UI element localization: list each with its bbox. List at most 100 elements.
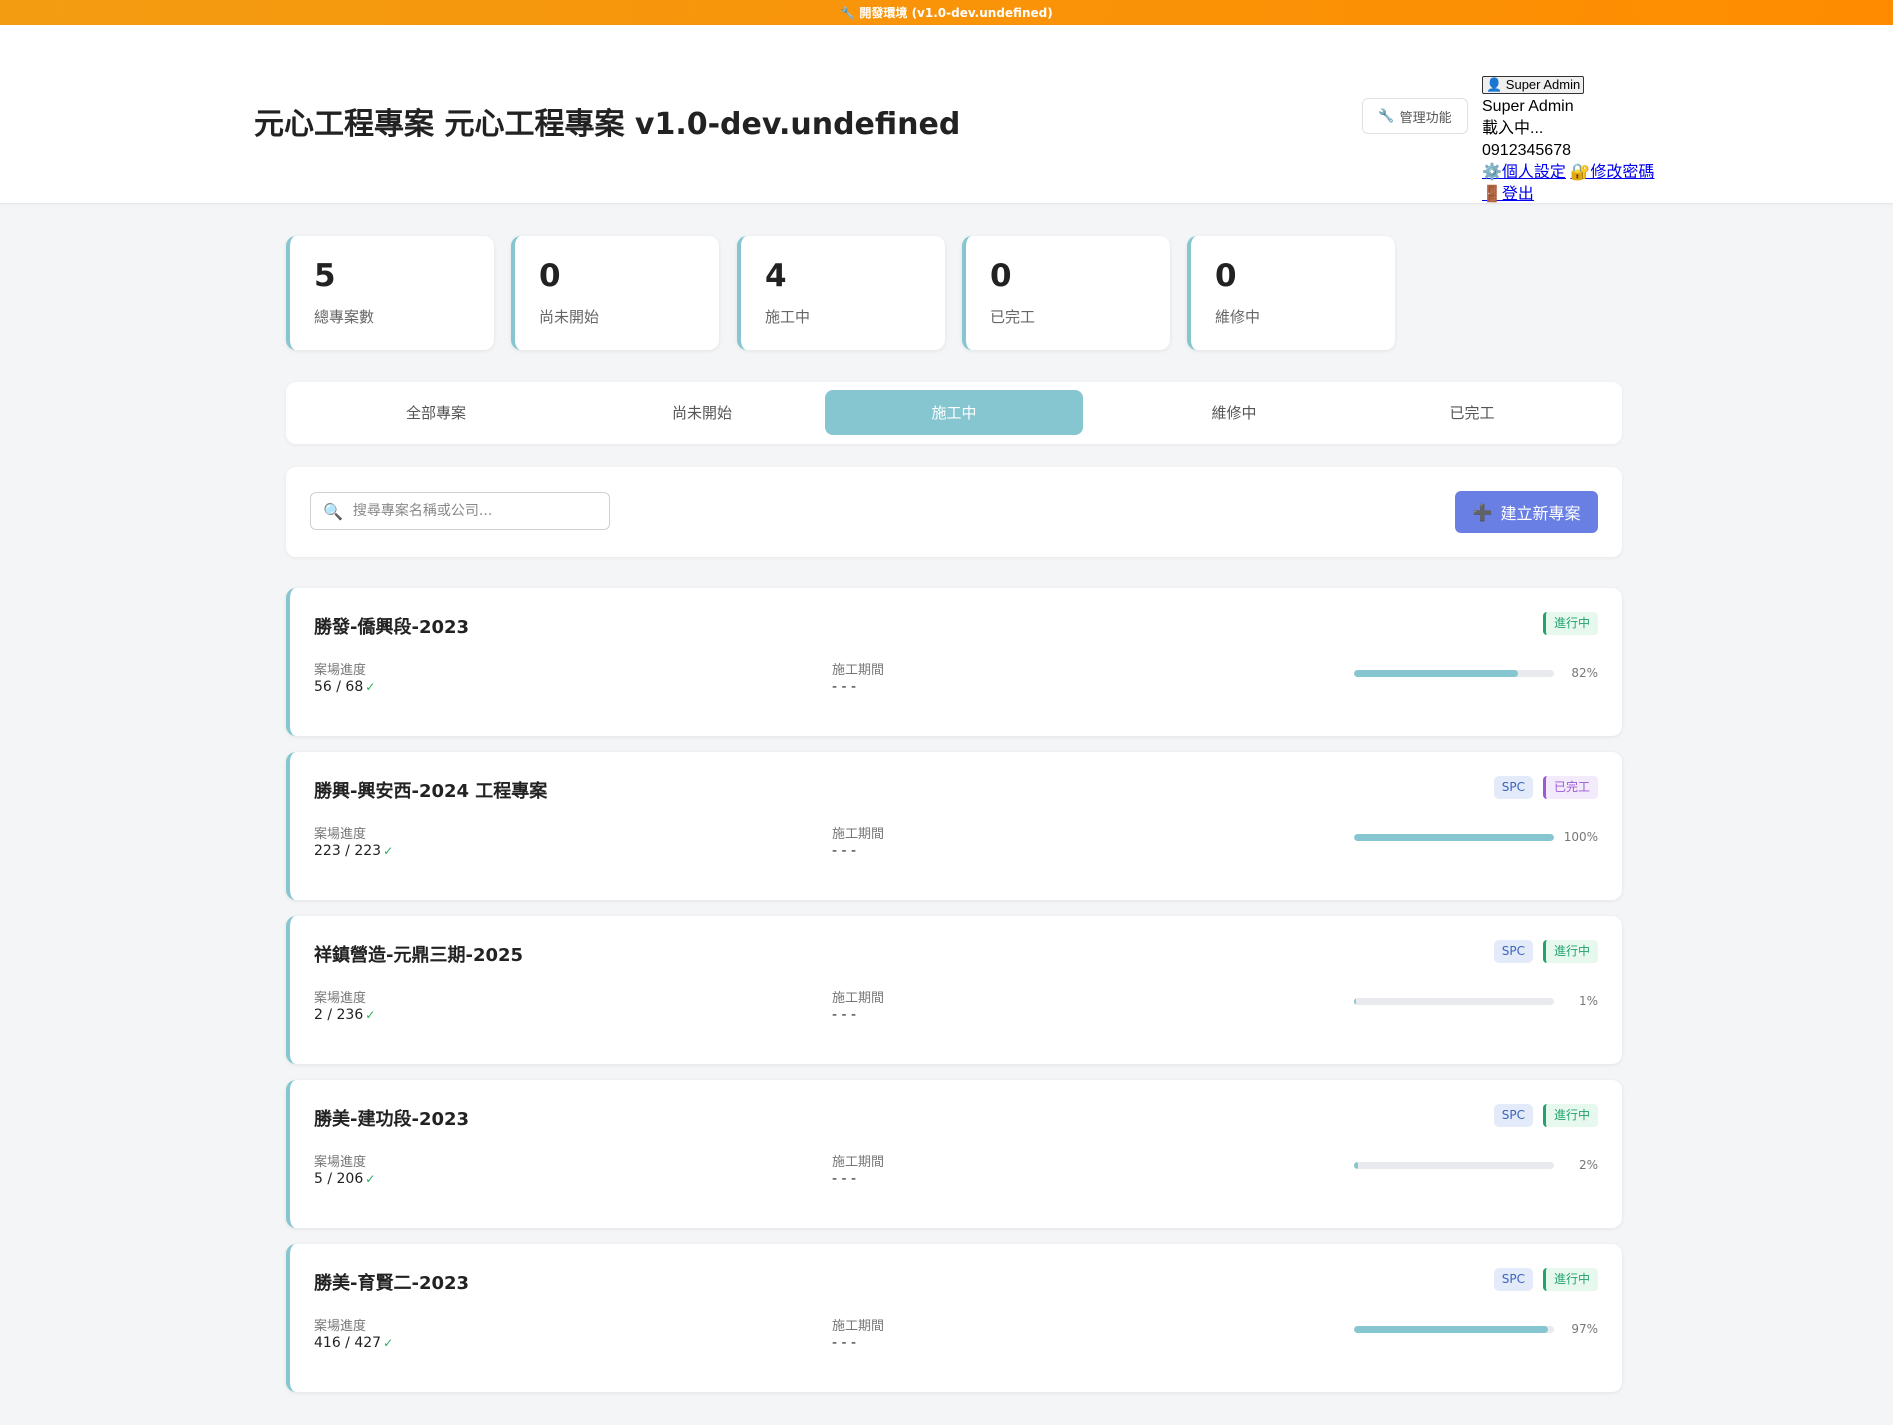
stat-value: 0	[539, 258, 561, 294]
status-badge: 進行中	[1542, 612, 1598, 635]
project-name: 勝興-興安西-2024 工程專案	[314, 781, 548, 802]
user-chip-button[interactable]: 👤 Super Admin	[1482, 76, 1585, 94]
check-icon: ✓	[365, 1008, 376, 1022]
stat-card-in-progress: 4 施工中	[737, 236, 945, 350]
app-header: 元心工程專案 元心工程專案 v1.0-dev.undefined 🔧 管理功能 …	[0, 25, 1893, 204]
check-icon: ✓	[383, 1336, 394, 1350]
search-icon: 🔍	[323, 501, 343, 521]
user-name: Super Admin	[1482, 98, 1574, 115]
spc-badge: SPC	[1493, 1268, 1533, 1291]
construction-period-value: - - -	[832, 843, 857, 859]
filter-tabs: 全部專案 尚未開始 施工中 維修中 已完工	[286, 382, 1622, 444]
create-project-label: 建立新專案	[1500, 504, 1581, 523]
wrench-icon: 🔧	[1378, 108, 1395, 124]
progress-fill	[1354, 1326, 1548, 1333]
check-icon: ✓	[365, 680, 376, 694]
status-badge: 進行中	[1542, 940, 1598, 963]
admin-functions-button[interactable]: 🔧 管理功能	[1362, 98, 1468, 134]
stat-card-maintenance: 0 維修中	[1187, 236, 1395, 350]
progress-bar	[1354, 1162, 1554, 1169]
tab-completed[interactable]: 已完工	[1343, 390, 1601, 435]
progress-fill	[1354, 834, 1554, 841]
site-progress-value: 223 / 223 ✓	[314, 843, 394, 859]
construction-period-label: 施工期間	[832, 1319, 885, 1334]
stat-label: 總專案數	[314, 308, 375, 326]
stat-label: 維修中	[1215, 308, 1261, 326]
construction-period-value: - - -	[832, 679, 857, 695]
progress-percent: 2%	[1578, 1158, 1598, 1172]
progress-bar	[1354, 834, 1554, 841]
project-name: 勝發-僑興段-2023	[314, 617, 470, 638]
project-name: 勝美-育賢二-2023	[314, 1273, 470, 1294]
project-card[interactable]: 勝美-建功段-2023 SPC 進行中 案場進度 5 / 206 ✓ 施工期間 -…	[286, 1080, 1622, 1228]
tab-in-progress[interactable]: 施工中	[825, 390, 1083, 435]
plus-icon: ➕	[1472, 502, 1493, 522]
progress-bar	[1354, 670, 1554, 677]
status-badge: 進行中	[1542, 1268, 1598, 1291]
construction-period-value: - - -	[832, 1007, 857, 1023]
spc-badge: SPC	[1493, 776, 1533, 799]
stat-value: 4	[765, 258, 787, 294]
site-progress-value: 2 / 236 ✓	[314, 1007, 376, 1023]
progress-percent: 100%	[1563, 830, 1598, 844]
spc-badge: SPC	[1493, 1104, 1533, 1127]
site-progress-value: 56 / 68 ✓	[314, 679, 376, 695]
site-progress-value: 416 / 427 ✓	[314, 1335, 394, 1351]
site-progress-value: 5 / 206 ✓	[314, 1171, 376, 1187]
stat-value: 0	[1215, 258, 1237, 294]
construction-period-label: 施工期間	[832, 663, 885, 678]
progress-fill	[1354, 1162, 1358, 1169]
status-badge: 已完工	[1542, 776, 1598, 799]
site-progress-label: 案場進度	[314, 1155, 367, 1170]
project-name: 勝美-建功段-2023	[314, 1109, 470, 1130]
site-progress-label: 案場進度	[314, 1319, 367, 1334]
project-toolbar: 🔍 ➕ 建立新專案	[286, 467, 1622, 557]
progress-percent: 1%	[1578, 994, 1598, 1008]
stat-value: 0	[990, 258, 1012, 294]
site-progress-label: 案場進度	[314, 991, 367, 1006]
project-name: 祥鎮營造-元鼎三期-2025	[314, 945, 524, 966]
progress-bar	[1354, 1326, 1554, 1333]
tab-all-projects[interactable]: 全部專案	[307, 390, 565, 435]
progress-bar	[1354, 998, 1554, 1005]
construction-period-value: - - -	[832, 1171, 857, 1187]
progress-percent: 97%	[1571, 1322, 1598, 1336]
construction-period-label: 施工期間	[832, 1155, 885, 1170]
check-icon: ✓	[365, 1172, 376, 1186]
stat-label: 已完工	[990, 308, 1036, 326]
stat-card-not-started: 0 尚未開始	[511, 236, 719, 350]
create-project-button[interactable]: ➕ 建立新專案	[1455, 491, 1598, 533]
app-title: 元心工程專案 元心工程專案 v1.0-dev.undefined	[254, 107, 961, 142]
check-icon: ✓	[383, 844, 394, 858]
stat-card-completed: 0 已完工	[962, 236, 1170, 350]
project-card[interactable]: 勝美-育賢二-2023 SPC 進行中 案場進度 416 / 427 ✓ 施工期間…	[286, 1244, 1622, 1392]
user-panel: 👤 Super Admin Super Admin 載入中... 0912345…	[1482, 51, 1654, 206]
tab-not-started[interactable]: 尚未開始	[573, 390, 831, 435]
construction-period-label: 施工期間	[832, 991, 885, 1006]
change-password-link[interactable]: 🔐修改密碼	[1570, 164, 1654, 181]
spc-badge: SPC	[1493, 940, 1533, 963]
stat-card-total: 5 總專案數	[286, 236, 494, 350]
search-box: 🔍	[310, 492, 610, 530]
project-card[interactable]: 勝興-興安西-2024 工程專案 SPC 已完工 案場進度 223 / 223 ✓…	[286, 752, 1622, 900]
project-card[interactable]: 祥鎮營造-元鼎三期-2025 SPC 進行中 案場進度 2 / 236 ✓ 施工期…	[286, 916, 1622, 1064]
progress-fill	[1354, 670, 1518, 677]
personal-settings-link[interactable]: ⚙️個人設定	[1482, 164, 1566, 181]
user-status: 載入中...	[1482, 120, 1544, 137]
stat-label: 尚未開始	[539, 308, 600, 326]
site-progress-label: 案場進度	[314, 827, 367, 842]
site-progress-label: 案場進度	[314, 663, 367, 678]
stat-value: 5	[314, 258, 336, 294]
dev-environment-banner: 🔧 開發環境 (v1.0-dev.undefined)	[0, 0, 1893, 25]
stat-label: 施工中	[765, 308, 811, 326]
admin-functions-label: 管理功能	[1399, 110, 1452, 126]
construction-period-value: - - -	[832, 1335, 857, 1351]
progress-fill	[1354, 998, 1356, 1005]
user-phone: 0912345678	[1482, 142, 1571, 159]
construction-period-label: 施工期間	[832, 827, 885, 842]
search-input[interactable]	[350, 502, 595, 520]
project-card[interactable]: 勝發-僑興段-2023 進行中 案場進度 56 / 68 ✓ 施工期間 - - -…	[286, 588, 1622, 736]
logout-link[interactable]: 🚪登出	[1482, 186, 1534, 203]
tab-maintenance[interactable]: 維修中	[1105, 390, 1363, 435]
progress-percent: 82%	[1571, 666, 1598, 680]
